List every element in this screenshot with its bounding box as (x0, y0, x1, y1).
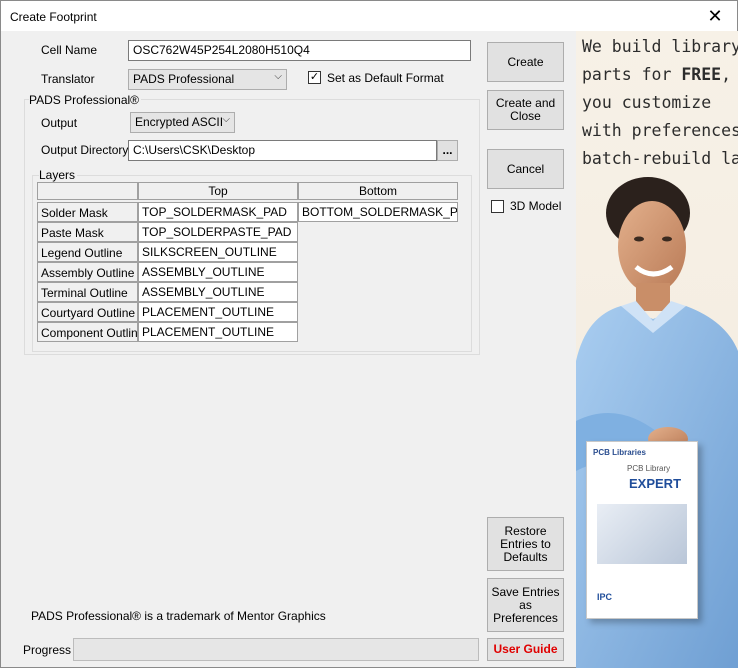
grid-corner (37, 182, 138, 200)
cell-courtyard-outline-top[interactable]: PLACEMENT_OUTLINE (138, 302, 298, 322)
create-and-close-button[interactable]: Create and Close (487, 90, 564, 130)
layers-group-label: Layers (39, 168, 78, 182)
product-name-1: PCB Library (627, 464, 671, 473)
row-label-legend-outline: Legend Outline (37, 242, 138, 262)
user-guide-label: User Guide (493, 642, 558, 656)
default-format-checkbox[interactable]: ✓ (308, 71, 321, 84)
pads-group-label: PADS Professional® (29, 93, 141, 107)
cell-terminal-outline-top[interactable]: ASSEMBLY_OUTLINE (138, 282, 298, 302)
promo-free: FREE (681, 65, 722, 84)
default-format-label: Set as Default Format (327, 71, 444, 85)
row-label-courtyard-outline: Courtyard Outline (37, 302, 138, 322)
cell-paste-mask-top[interactable]: TOP_SOLDERPASTE_PAD (138, 222, 298, 242)
row-label-terminal-outline: Terminal Outline (37, 282, 138, 302)
save-label-1: Save Entries (491, 584, 560, 599)
cell-component-outline-top[interactable]: PLACEMENT_OUTLINE (138, 322, 298, 342)
3d-model-label: 3D Model (510, 199, 562, 213)
column-header-bottom: Bottom (298, 182, 458, 200)
progress-bar (73, 638, 479, 661)
create-button[interactable]: Create (487, 42, 564, 82)
restore-label-2: Entries to (500, 536, 551, 551)
promo-line-3: you customize (582, 93, 712, 112)
cell-assembly-outline-top[interactable]: ASSEMBLY_OUTLINE (138, 262, 298, 282)
cell-name-label: Cell Name (41, 43, 98, 57)
product-brand: PCB Libraries (593, 448, 646, 457)
cell-name-input[interactable]: OSC762W45P254L2080H510Q4 (128, 40, 471, 61)
save-label-2: as (519, 597, 532, 612)
column-header-top: Top (138, 182, 298, 200)
user-guide-button[interactable]: User Guide (487, 638, 564, 661)
create-button-label: Create (507, 54, 544, 69)
row-label-paste-mask: Paste Mask (37, 222, 138, 242)
product-ipc-badge: IPC (597, 592, 613, 602)
promo-banner[interactable]: We build library parts for FREE, you cus… (576, 31, 738, 668)
output-directory-label: Output Directory (41, 143, 129, 157)
cell-solder-mask-top[interactable]: TOP_SOLDERMASK_PAD (138, 202, 298, 222)
browse-button[interactable]: ... (437, 140, 458, 161)
3d-model-checkbox[interactable] (491, 200, 504, 213)
output-label: Output (41, 116, 78, 130)
promo-line-5: batch-rebuild later! (582, 149, 738, 168)
promo-line-2a: parts for (582, 65, 682, 84)
checkmark-icon: ✓ (309, 71, 320, 83)
create-and-close-label-2: Close (510, 109, 541, 123)
promo-line-2: parts for FREE, (582, 65, 731, 84)
window-title: Create Footprint (10, 10, 97, 24)
restore-label-1: Restore (504, 523, 547, 538)
row-label-component-outline: Component Outline (37, 322, 144, 342)
output-select[interactable]: Encrypted ASCII ⌵ (130, 112, 235, 133)
row-label-solder-mask: Solder Mask (37, 202, 138, 222)
promo-line-4: with preferences & (582, 121, 738, 140)
trademark-note: PADS Professional® is a trademark of Men… (31, 609, 326, 623)
output-directory-input[interactable]: C:\Users\CSK\Desktop (128, 140, 437, 161)
save-label-3: Preferences (493, 610, 558, 625)
translator-value: PADS Professional (133, 72, 235, 86)
output-value: Encrypted ASCII (135, 115, 224, 129)
progress-label: Progress (23, 643, 72, 657)
cancel-button-label: Cancel (506, 161, 545, 176)
title-bar: Create Footprint ✕ (1, 1, 737, 31)
promo-line-1: We build library (582, 37, 738, 56)
product-box: PCB Libraries PCB Library EXPERT IPC (586, 441, 698, 619)
promo-line-2c: , (721, 65, 732, 84)
save-preferences-button[interactable]: Save Entries as Preferences (487, 578, 564, 632)
product-name-2: EXPERT (629, 476, 682, 491)
chevron-down-icon: ⌵ (222, 114, 230, 125)
chevron-down-icon: ⌵ (274, 71, 282, 82)
restore-defaults-button[interactable]: Restore Entries to Defaults (487, 517, 564, 571)
product-box-art (597, 504, 687, 564)
cancel-button[interactable]: Cancel (487, 149, 564, 189)
create-footprint-dialog: Create Footprint ✕ Cell Name OSC762W45P2… (0, 0, 738, 668)
row-label-assembly-outline: Assembly Outline (37, 262, 138, 282)
translator-select[interactable]: PADS Professional ⌵ (128, 69, 287, 90)
cell-legend-outline-top[interactable]: SILKSCREEN_OUTLINE (138, 242, 298, 262)
cell-solder-mask-bottom[interactable]: BOTTOM_SOLDERMASK_PAD (298, 202, 458, 222)
close-icon[interactable]: ✕ (693, 1, 737, 31)
restore-label-3: Defaults (503, 549, 548, 564)
translator-label: Translator (41, 72, 95, 86)
